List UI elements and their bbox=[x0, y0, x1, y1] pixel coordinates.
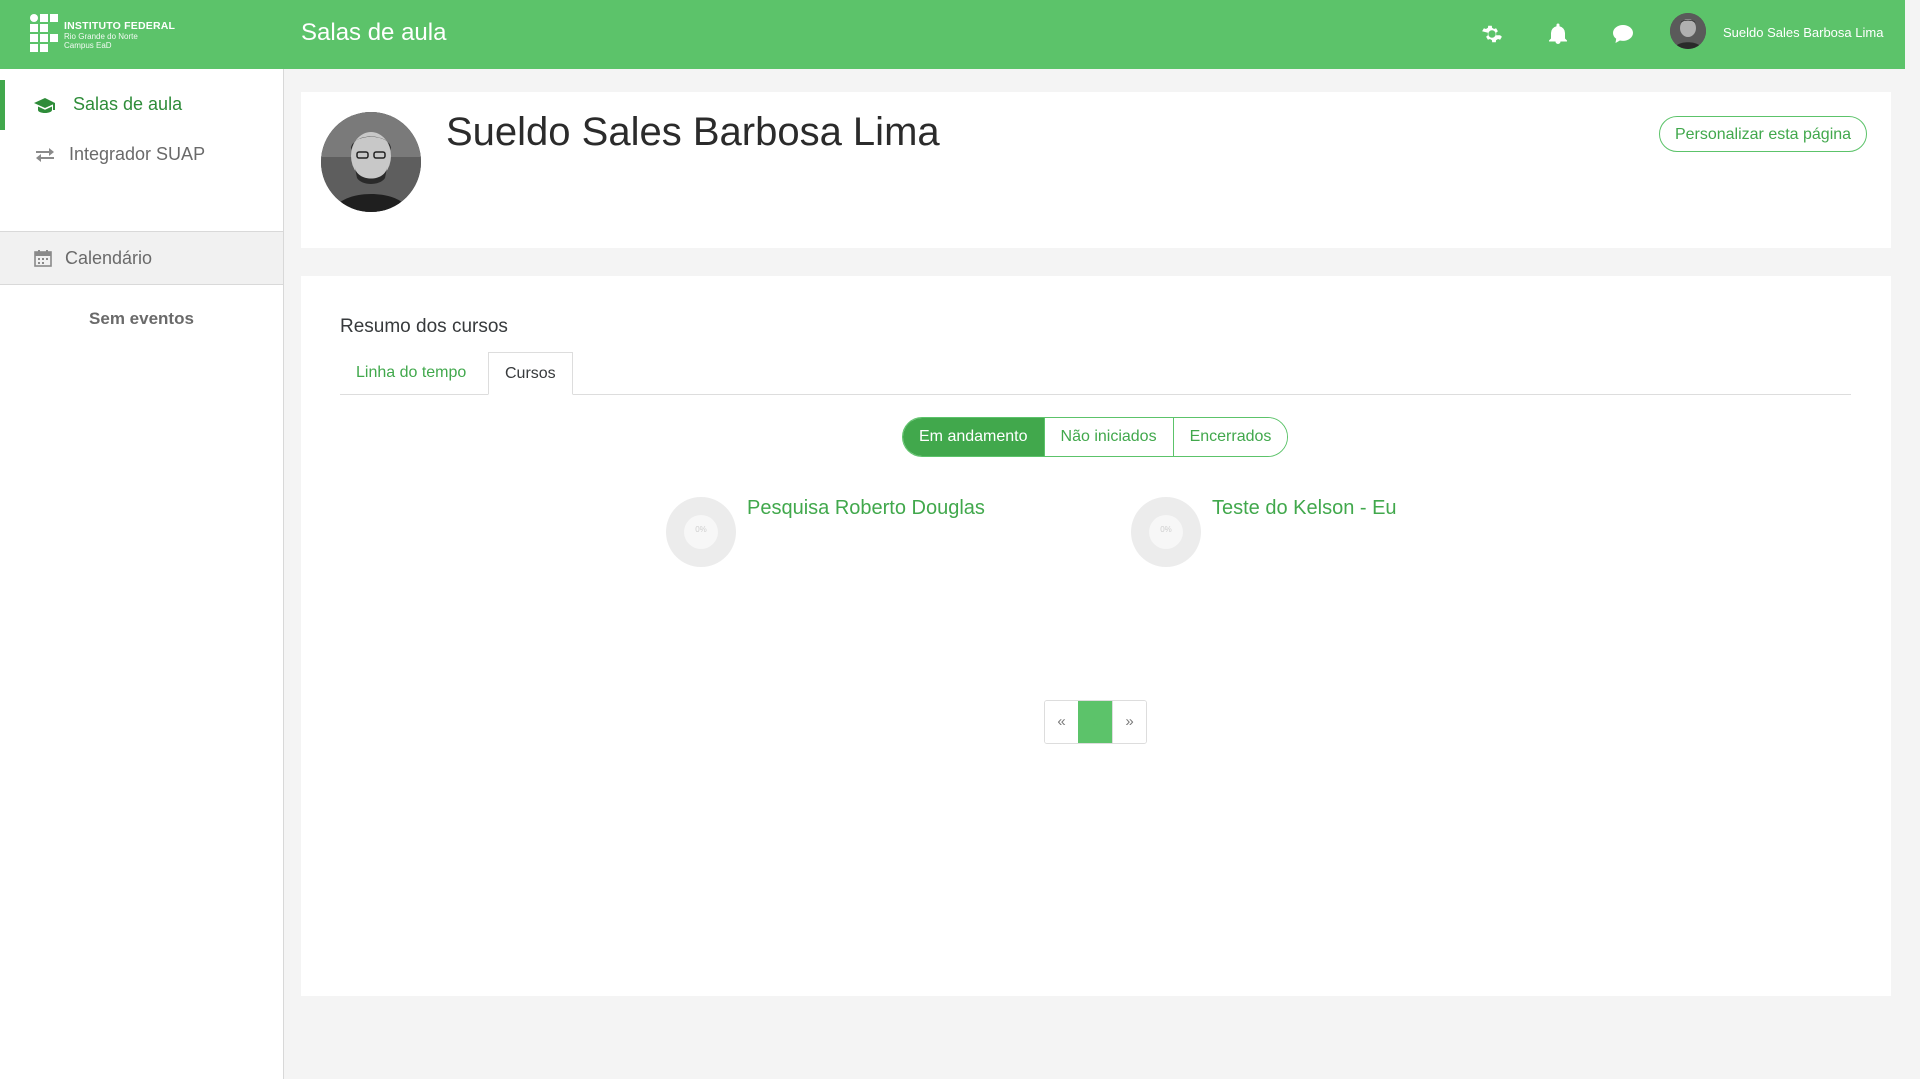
gear-icon[interactable] bbox=[1480, 22, 1504, 46]
filter-em-andamento[interactable]: Em andamento bbox=[903, 418, 1044, 456]
tab-cursos[interactable]: Cursos bbox=[488, 352, 573, 395]
pagination-next-button[interactable]: » bbox=[1112, 701, 1146, 743]
calendar-empty-text: Sem eventos bbox=[89, 309, 194, 328]
calendar-label: Calendário bbox=[65, 248, 153, 268]
bell-icon[interactable] bbox=[1546, 22, 1570, 46]
profile-name: Sueldo Sales Barbosa Lima bbox=[446, 110, 940, 154]
institution-logo[interactable]: INSTITUTO FEDERAL Rio Grande do Norte Ca… bbox=[30, 14, 180, 56]
pagination-prev-button[interactable]: « bbox=[1045, 701, 1078, 743]
exchange-arrows-icon bbox=[34, 145, 56, 165]
course-progress-chart: 0% bbox=[1131, 497, 1201, 567]
sidebar-item-label: Integrador SUAP bbox=[69, 144, 206, 164]
pagination: « 1 » bbox=[1044, 700, 1147, 744]
customize-page-button[interactable]: Personalizar esta página bbox=[1659, 116, 1867, 152]
sidebar-item-salas-de-aula[interactable]: Salas de aula bbox=[0, 80, 283, 130]
course-overview-card: Resumo dos cursos Linha do tempo Cursos … bbox=[301, 276, 1891, 996]
logo-title: INSTITUTO FEDERAL bbox=[64, 20, 176, 32]
logo-campus: Campus EaD bbox=[64, 41, 112, 50]
profile-avatar bbox=[321, 112, 421, 212]
sidebar: Salas de aula Integrador SUAP Calendário… bbox=[0, 69, 284, 1079]
top-navbar: INSTITUTO FEDERAL Rio Grande do Norte Ca… bbox=[0, 0, 1905, 69]
filter-encerrados[interactable]: Encerrados bbox=[1172, 418, 1288, 456]
logo-grid-icon bbox=[30, 14, 58, 54]
course-overview-tabs: Linha do tempo Cursos bbox=[340, 352, 1851, 395]
logo-subtitle: Rio Grande do Norte bbox=[64, 32, 138, 41]
course-progress-label: 0% bbox=[1160, 525, 1172, 534]
pagination-page-1[interactable]: 1 bbox=[1078, 701, 1112, 743]
user-name: Sueldo Sales Barbosa Lima bbox=[1723, 25, 1884, 40]
course-progress-label: 0% bbox=[695, 525, 707, 534]
course-status-filter: Em andamento Não iniciados Encerrados bbox=[902, 417, 1289, 457]
chat-bubble-icon[interactable] bbox=[1611, 22, 1635, 46]
page-title: Salas de aula bbox=[301, 19, 447, 46]
course-link[interactable]: Pesquisa Roberto Douglas bbox=[747, 497, 985, 520]
course-progress-chart: 0% bbox=[666, 497, 736, 567]
filter-nao-iniciados[interactable]: Não iniciados bbox=[1043, 418, 1173, 456]
tab-linha-do-tempo[interactable]: Linha do tempo bbox=[340, 352, 482, 394]
course-overview-title: Resumo dos cursos bbox=[340, 316, 508, 337]
calendar-icon bbox=[34, 249, 52, 267]
calendar-block-header: Calendário bbox=[0, 231, 283, 285]
sidebar-item-integrador-suap[interactable]: Integrador SUAP bbox=[0, 130, 283, 180]
graduation-cap-icon bbox=[34, 95, 56, 115]
profile-header-card: Sueldo Sales Barbosa Lima Personalizar e… bbox=[301, 92, 1891, 248]
sidebar-item-label: Salas de aula bbox=[73, 94, 183, 114]
course-link[interactable]: Teste do Kelson - Eu bbox=[1212, 497, 1397, 520]
user-avatar-small bbox=[1670, 13, 1706, 49]
